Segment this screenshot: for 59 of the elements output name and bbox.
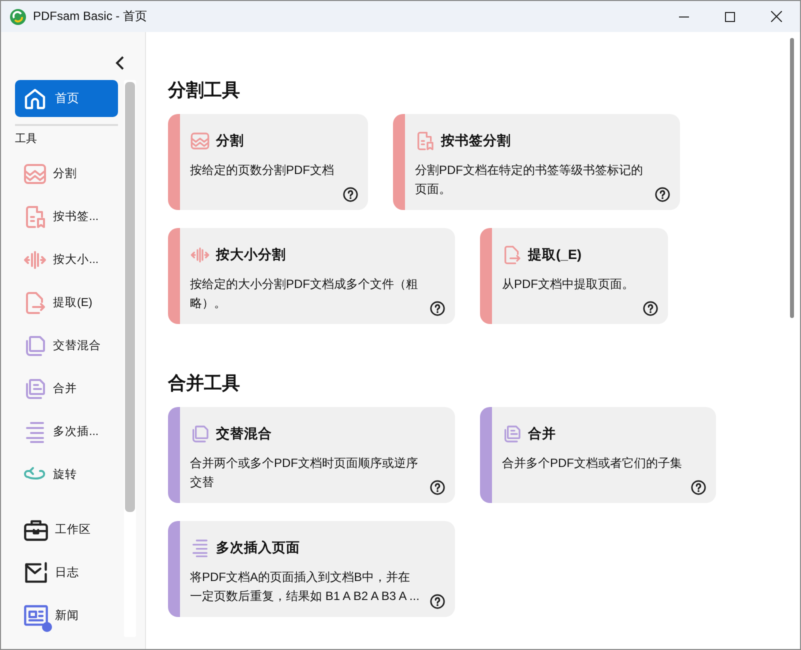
card-title: 按书签分割 (441, 132, 511, 150)
nav-item[interactable]: 分割 (53, 166, 77, 181)
house-icon (23, 86, 47, 110)
card-title: 按大小分割 (216, 246, 286, 264)
card-title: 多次插入页面 (216, 539, 300, 557)
tool-card[interactable]: 交替混合 合并两个或多个PDF文档时页面顺序或逆序交替 (168, 407, 455, 503)
help-icon[interactable] (691, 480, 706, 495)
nav-item[interactable]: 工作区 (55, 522, 91, 537)
document-arrow-icon (502, 245, 522, 265)
split-arrows-icon (190, 245, 210, 265)
help-icon[interactable] (643, 301, 658, 316)
section-heading: 分割工具 (168, 79, 241, 102)
tool-card[interactable]: 合并 合并多个PDF文档或者它们的子集 (480, 407, 716, 503)
card-description: 分割PDF文档在特定的书签等级书签标记的页面。 (415, 162, 644, 198)
card-description: 按给定的页数分割PDF文档 (190, 162, 334, 179)
lines-icon (190, 538, 210, 558)
wave-page-icon (190, 131, 210, 151)
stacked-pages-icon (190, 424, 210, 444)
mail-icon[interactable] (23, 560, 49, 586)
scrollbar-thumb[interactable] (790, 38, 794, 318)
nav-item[interactable]: 旋转 (53, 467, 77, 482)
tool-card[interactable]: 按书签分割 分割PDF文档在特定的书签等级书签标记的页面。 (393, 114, 680, 210)
section-label: 工具 (15, 132, 38, 146)
app-logo-icon (10, 8, 26, 24)
document-bookmark-icon (415, 131, 435, 151)
window-title: PDFsam Basic - 首页 (33, 8, 148, 25)
card-title: 分割 (216, 132, 244, 150)
help-icon[interactable] (430, 480, 445, 495)
home-nav-item[interactable]: 首页 (15, 80, 118, 117)
tool-card[interactable]: 多次插入页面 将PDF文档A的页面插入到文档B中，并在一定页数后重复，结果如 B1 A B2 A B3 A ... (168, 521, 455, 617)
nav-item[interactable]: 合并 (53, 381, 77, 396)
nav-item[interactable]: 按书签... (53, 209, 99, 224)
section-heading: 合并工具 (168, 372, 241, 395)
maximize-icon[interactable] (725, 12, 735, 22)
card-title: 合并 (528, 425, 556, 443)
tool-card[interactable]: 提取(_E) 从PDF文档中提取页面。 (480, 228, 668, 324)
card-description: 从PDF文档中提取页面。 (502, 276, 634, 293)
help-icon[interactable] (430, 301, 445, 316)
nav-item[interactable]: 多次插... (53, 424, 99, 439)
help-icon[interactable] (430, 594, 445, 609)
card-title: 交替混合 (216, 425, 272, 443)
nav-item[interactable]: 日志 (55, 565, 79, 580)
tool-card[interactable]: 按大小分割 按给定的大小分割PDF文档成多个文件（粗略）。 (168, 228, 455, 324)
card-description: 合并两个或多个PDF文档时页面顺序或逆序交替 (190, 455, 419, 491)
card-title: 提取(_E) (528, 246, 582, 264)
close-icon[interactable] (771, 11, 782, 22)
nav-item[interactable]: 按大小... (53, 252, 99, 267)
help-icon[interactable] (343, 187, 358, 202)
tool-card[interactable]: 分割 按给定的页数分割PDF文档 (168, 114, 368, 210)
chevron-left-icon[interactable] (115, 56, 125, 70)
scrollbar-thumb[interactable] (125, 82, 135, 512)
nav-item[interactable]: 新闻 (55, 608, 79, 623)
card-description: 按给定的大小分割PDF文档成多个文件（粗略）。 (190, 276, 419, 312)
help-icon[interactable] (655, 187, 670, 202)
nav-item[interactable]: 交替混合 (53, 338, 101, 353)
nav-item[interactable]: 提取(E) (53, 295, 92, 310)
stacked-document-icon (502, 424, 522, 444)
card-description: 合并多个PDF文档或者它们的子集 (502, 455, 682, 472)
card-description: 将PDF文档A的页面插入到文档B中，并在一定页数后重复，结果如 B1 A B2 A B3 A ... (190, 569, 420, 605)
